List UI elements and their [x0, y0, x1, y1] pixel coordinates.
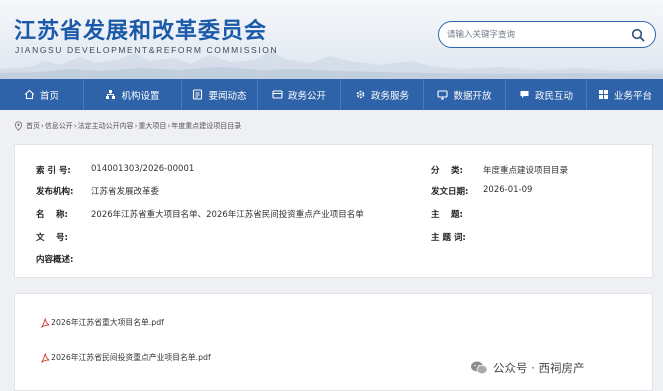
index-label: 索 引 号:	[36, 166, 71, 176]
name-label: 名 称:	[36, 210, 68, 220]
breadcrumb-major-projects[interactable]: 重大项目	[138, 121, 166, 131]
index-value: 014001303/2026-00001	[91, 164, 195, 174]
keywords-label: 主 题 词:	[431, 233, 466, 243]
issuer-label: 发布机构:	[36, 187, 74, 197]
site-header: 江苏省发展和改革委员会 JIANGSU DEVELOPMENT&REFORM C…	[0, 0, 663, 79]
category-value: 年度重点建设项目目录	[483, 166, 569, 176]
attachment-link[interactable]: 2026年江苏省民间投资重点产业项目名单.pdf	[41, 352, 211, 363]
nav-item-interact[interactable]: 政民互动	[506, 79, 586, 110]
main-nav: 首页 机构设置 要闻动态 政务公开 政务服务 数据开放 政民互动 业务平台	[0, 79, 663, 110]
breadcrumb-separator: ›	[41, 122, 44, 130]
search-box	[438, 21, 656, 48]
nav-label-interact: 政民互动	[534, 90, 573, 102]
location-icon	[14, 121, 23, 131]
nav-label-platform: 业务平台	[613, 90, 652, 102]
nav-label-org: 机构设置	[121, 90, 160, 102]
breadcrumb-current[interactable]: 年度重点建设项目目录	[171, 121, 241, 131]
breadcrumb-separator: ›	[134, 122, 138, 130]
category-label: 分 类:	[431, 166, 463, 176]
breadcrumb-statutory-content[interactable]: 法定主动公开内容	[78, 121, 134, 131]
watermark-text: 公众号 · 西祠房产	[493, 361, 585, 375]
document-info-panel: 索 引 号: 014001303/2026-00001 分 类: 年度重点建设项…	[14, 144, 653, 278]
search-icon	[631, 28, 645, 42]
breadcrumb-separator: ›	[167, 122, 171, 130]
watermark: 公众号 · 西祠房产	[470, 356, 584, 380]
news-icon	[193, 89, 203, 100]
issuer-value: 江苏省发展改革委	[91, 187, 160, 197]
breadcrumb-home[interactable]: 首页	[26, 121, 40, 131]
date-label: 发文日期:	[431, 187, 469, 197]
home-icon	[24, 89, 35, 100]
name-value: 2026年江苏省重大项目名单、2026年江苏省民间投资重点产业项目名单	[91, 210, 364, 220]
nav-item-home[interactable]: 首页	[0, 79, 83, 110]
breadcrumb: 首页 › 信息公开 › 法定主动公开内容 › 重大项目 › 年度重点建设项目目录	[14, 119, 241, 133]
search-button[interactable]	[629, 26, 647, 44]
breadcrumb-info-disclosure[interactable]: 信息公开	[45, 121, 73, 131]
nav-item-platform[interactable]: 业务平台	[587, 79, 663, 110]
org-icon	[106, 90, 116, 99]
site-subtitle: JIANGSU DEVELOPMENT&REFORM COMMISSION	[15, 45, 279, 55]
attachment-name: 2026年江苏省民间投资重点产业项目名单.pdf	[51, 353, 211, 362]
data-icon	[437, 90, 449, 100]
pdf-icon	[41, 317, 50, 328]
search-input[interactable]	[447, 26, 622, 44]
nav-item-news[interactable]: 要闻动态	[182, 79, 257, 110]
service-icon	[356, 90, 365, 99]
nav-item-gov[interactable]: 政务公开	[258, 79, 340, 110]
date-value: 2026-01-09	[483, 185, 533, 195]
nav-label-data: 数据开放	[453, 90, 492, 102]
docno-label: 文 号:	[36, 233, 68, 243]
nav-item-service[interactable]: 政务服务	[341, 79, 423, 110]
nav-item-org[interactable]: 机构设置	[84, 79, 181, 110]
nav-item-data[interactable]: 数据开放	[424, 79, 505, 110]
pdf-icon	[41, 352, 50, 363]
wechat-icon	[471, 361, 488, 375]
gov-icon	[272, 90, 283, 99]
nav-label-news: 要闻动态	[208, 90, 247, 102]
nav-label-service: 政务服务	[370, 90, 409, 102]
summary-label: 内容概述:	[36, 255, 74, 265]
breadcrumb-separator: ›	[73, 122, 77, 130]
nav-label-gov: 政务公开	[287, 90, 326, 102]
attachment-link[interactable]: 2026年江苏省重大项目名单.pdf	[41, 317, 164, 328]
attachment-name: 2026年江苏省重大项目名单.pdf	[51, 318, 164, 327]
subject-label: 主 题:	[431, 210, 463, 220]
platform-icon	[598, 90, 608, 99]
site-title: 江苏省发展和改革委员会	[14, 18, 268, 44]
nav-label-home: 首页	[39, 90, 59, 102]
interact-icon	[520, 91, 529, 98]
